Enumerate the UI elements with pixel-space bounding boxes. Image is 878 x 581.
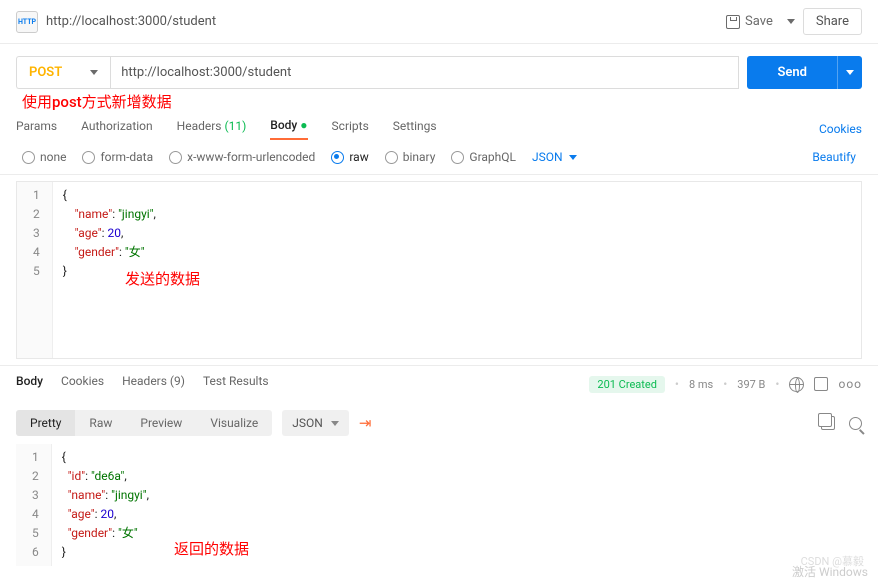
radio-binary[interactable]: binary [385, 150, 436, 164]
request-body-editor[interactable]: 12345 { "name": "jingyi", "age": 20, "ge… [16, 181, 862, 359]
tab-scripts[interactable]: Scripts [332, 119, 369, 139]
send-dropdown[interactable] [837, 56, 862, 89]
resp-tab-headers[interactable]: Headers (9) [122, 374, 185, 394]
tab-authorization[interactable]: Authorization [81, 119, 153, 139]
body-format-selector[interactable]: JSON [532, 150, 577, 164]
save-button[interactable]: Save [720, 10, 779, 33]
body-options: none form-data x-www-form-urlencoded raw… [0, 140, 878, 175]
radio-raw[interactable]: raw [331, 150, 368, 164]
line-gutter: 12345 [17, 182, 53, 358]
floppy-icon [726, 15, 740, 29]
tab-settings[interactable]: Settings [393, 119, 437, 139]
radio-graphql[interactable]: GraphQL [451, 150, 516, 164]
status-badge: 201 Created [589, 376, 665, 393]
view-preview[interactable]: Preview [126, 410, 196, 436]
response-format-selector[interactable]: JSON [282, 410, 349, 436]
search-icon[interactable] [849, 417, 862, 430]
tab-body[interactable]: Body ● [270, 118, 307, 140]
response-toolbar: Pretty Raw Preview Visualize JSON ⇥ [0, 402, 878, 444]
top-bar: HTTP http://localhost:3000/student Save … [0, 0, 878, 44]
beautify-link[interactable]: Beautify [812, 150, 856, 164]
more-icon[interactable]: ooo [838, 377, 862, 391]
annotation-response: 返回的数据 [174, 538, 249, 559]
radio-none[interactable]: none [22, 150, 66, 164]
share-button[interactable]: Share [803, 8, 862, 35]
view-raw[interactable]: Raw [75, 410, 126, 436]
cookies-link[interactable]: Cookies [819, 122, 862, 136]
request-row: POST Send [0, 44, 878, 95]
resp-tab-cookies[interactable]: Cookies [61, 374, 104, 394]
time-meta: 8 ms [689, 378, 713, 391]
wrap-icon[interactable]: ⇥ [359, 414, 372, 432]
send-button[interactable]: Send [747, 56, 837, 89]
save-dropdown-chevron-icon[interactable] [787, 19, 795, 24]
annotation-request: 发送的数据 [125, 268, 200, 289]
tab-params[interactable]: Params [16, 119, 57, 139]
windows-watermark: 激活 Windows [792, 565, 868, 579]
globe-icon[interactable] [789, 377, 804, 392]
view-pretty[interactable]: Pretty [16, 410, 75, 436]
copy-icon[interactable] [821, 416, 835, 430]
resp-tab-body[interactable]: Body [16, 374, 43, 394]
chevron-down-icon [90, 70, 98, 75]
url-input[interactable] [110, 56, 739, 89]
annotation-top: 使用post方式新增数据 [0, 91, 878, 112]
resp-tab-tests[interactable]: Test Results [203, 374, 269, 394]
method-selector[interactable]: POST [16, 56, 110, 89]
radio-formdata[interactable]: form-data [82, 150, 153, 164]
response-tabs: Body Cookies Headers (9) Test Results 20… [0, 365, 878, 402]
size-meta: 397 B [737, 378, 765, 391]
request-tabs: Params Authorization Headers (11) Body ●… [0, 112, 878, 140]
save-response-icon[interactable] [814, 377, 828, 391]
response-body-editor[interactable]: 123456 { "id": "de6a", "name": "jingyi",… [16, 444, 862, 566]
tab-headers[interactable]: Headers (11) [177, 119, 247, 139]
view-visualize[interactable]: Visualize [196, 410, 272, 436]
tab-url: http://localhost:3000/student [46, 14, 712, 29]
line-gutter: 123456 [16, 444, 52, 566]
http-icon: HTTP [16, 11, 38, 33]
radio-xwww[interactable]: x-www-form-urlencoded [169, 150, 315, 164]
